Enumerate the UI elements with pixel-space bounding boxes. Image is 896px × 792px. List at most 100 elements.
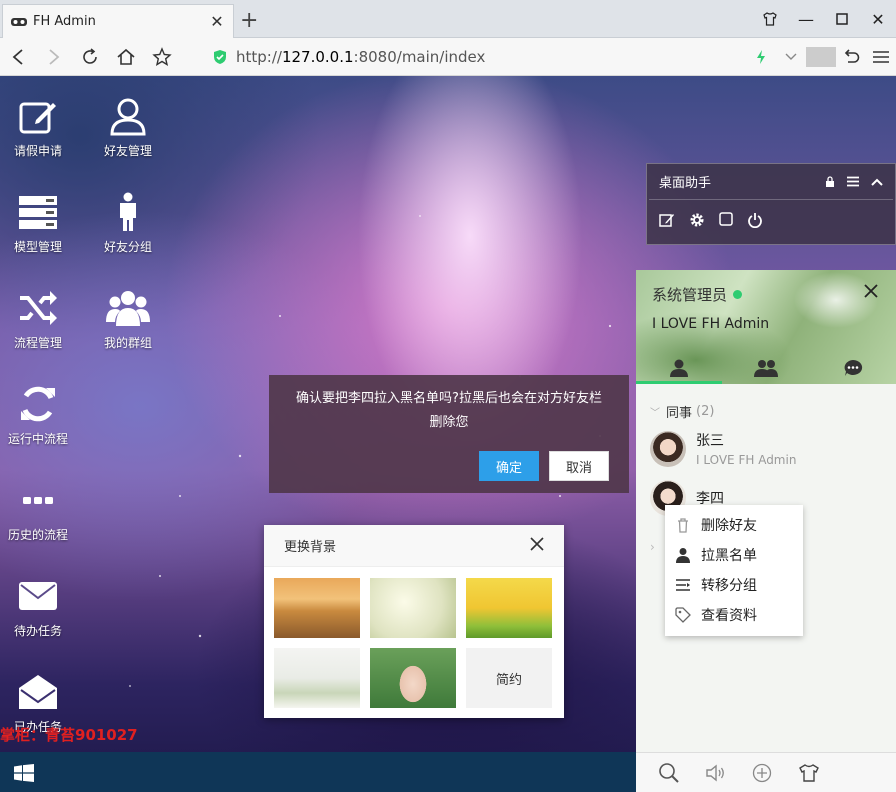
desktop-icon-friend-manage[interactable]: 好友管理 (83, 96, 173, 159)
transfer-list-icon (676, 579, 690, 591)
active-tab-indicator (636, 381, 722, 384)
settings-gear-icon[interactable] (689, 212, 705, 228)
tag-icon (675, 607, 691, 623)
friend-context-menu: 删除好友 拉黑名单 转移分组 查看资料 (665, 505, 803, 636)
url-text: http://127.0.0.1:8080/main/index (236, 48, 486, 66)
windows-start-icon[interactable] (14, 764, 34, 782)
bg-thumb-simple[interactable]: 简约 (466, 648, 552, 708)
im-close-icon[interactable] (864, 282, 878, 303)
window-controls: — ✕ (752, 0, 896, 38)
im-bottom-toolbar (636, 752, 896, 792)
desktop-icon-leave-request[interactable]: 请假申请 (0, 96, 83, 159)
home-icon[interactable] (108, 38, 144, 76)
window-square-icon[interactable] (719, 212, 733, 228)
address-bar[interactable]: http://127.0.0.1:8080/main/index (212, 46, 485, 68)
friend-item-zhangsan[interactable]: 张三 I LOVE FH Admin (650, 430, 796, 467)
tab-groups-icon[interactable] (723, 352, 810, 384)
desktop-icon-running-process[interactable]: 运行中流程 (0, 384, 83, 447)
confirm-buttons: 确定 取消 (469, 451, 609, 481)
im-tabs (636, 352, 896, 384)
menu-item-view-profile[interactable]: 查看资料 (665, 600, 803, 630)
close-window-icon[interactable]: ✕ (860, 0, 896, 38)
bg-dialog-close-icon[interactable] (530, 536, 544, 555)
lightning-icon[interactable] (746, 49, 776, 65)
refresh-icon (21, 386, 55, 422)
friend-group-collapsed[interactable]: › (650, 540, 655, 554)
menu-item-blacklist[interactable]: 拉黑名单 (665, 540, 803, 570)
reload-icon[interactable] (72, 38, 108, 76)
confirm-ok-button[interactable]: 确定 (479, 451, 539, 481)
search-icon[interactable] (658, 762, 680, 784)
server-icon (19, 196, 57, 229)
user-icon (110, 98, 146, 136)
im-username-row: 系统管理员 (652, 284, 743, 305)
maximize-icon[interactable] (824, 0, 860, 38)
edit-icon (19, 102, 56, 134)
im-header: 系统管理员 I LOVE FH Admin (636, 270, 896, 384)
bg-thumb-light-garden[interactable] (370, 578, 456, 638)
friend-avatar (650, 430, 686, 467)
im-username: 系统管理员 (652, 286, 728, 304)
change-background-dialog: 更换背景 简约 (264, 525, 564, 718)
person-icon (120, 192, 136, 231)
browser-tabbar: FH Admin ✕ + — ✕ (0, 0, 896, 38)
im-signature: I LOVE FH Admin (652, 316, 770, 332)
tab-friends-icon[interactable] (636, 352, 723, 384)
assistant-toolbar (647, 200, 895, 240)
blacklist-confirm-dialog: 确认要把李四拉入黑名单吗?拉黑后也会在对方好友栏删除您 确定 取消 (269, 375, 629, 493)
mask-icon (11, 17, 27, 26)
bg-dialog-title: 更换背景 (284, 540, 337, 555)
favorite-star-icon[interactable] (144, 38, 180, 76)
group-name: 同事 (666, 406, 693, 421)
undo-icon[interactable] (836, 49, 866, 65)
chevron-down-icon[interactable] (776, 53, 806, 61)
desktop-assistant-panel: 桌面助手 (646, 163, 896, 245)
browser-tab[interactable]: FH Admin ✕ (2, 4, 234, 38)
group-icon (106, 291, 150, 326)
new-tab-icon[interactable]: + (240, 10, 258, 32)
desktop-icon-my-groups[interactable]: 我的群组 (83, 288, 173, 351)
desktop-icon-process-manage[interactable]: 流程管理 (0, 288, 83, 351)
minimize-icon[interactable]: — (788, 0, 824, 38)
forward-icon[interactable] (36, 38, 72, 76)
bg-thumb-portrait[interactable] (370, 648, 456, 708)
dots-icon (23, 497, 53, 504)
group-expand-icon: ﹀ (650, 408, 660, 419)
power-icon[interactable] (747, 212, 763, 228)
desktop-icon-history-process[interactable]: 历史的流程 (0, 480, 83, 543)
mail-icon (19, 582, 57, 610)
chevron-up-icon[interactable] (871, 178, 883, 186)
add-circle-icon[interactable] (752, 763, 772, 783)
secure-shield-icon (214, 50, 226, 64)
edit-note-icon[interactable] (659, 212, 675, 228)
friend-name: 张三 (696, 433, 724, 449)
watermark-text: 掌柜：青苔901027 (0, 726, 138, 744)
menu-icon[interactable] (866, 50, 896, 64)
desktop-icon-friend-group[interactable]: 好友分组 (83, 192, 173, 255)
friend-group-colleagues[interactable]: ﹀ 同事 (2) (650, 402, 714, 421)
confirm-cancel-button[interactable]: 取消 (549, 451, 609, 481)
menu-item-move-group[interactable]: 转移分组 (665, 570, 803, 600)
skin-shirt-icon[interactable] (798, 763, 820, 782)
confirm-message: 确认要把李四拉入黑名单吗?拉黑后也会在对方好友栏删除您 (296, 391, 602, 430)
shuffle-icon (20, 291, 57, 325)
web-desktop: 请假申请 好友管理 模型管理 好友分组 流程管理 我的群组 运行中流程 历史的流… (0, 76, 896, 792)
bg-thumb-beach-sunset[interactable] (274, 578, 360, 638)
bg-thumb-yellow-field[interactable] (466, 578, 552, 638)
skin-icon[interactable] (752, 0, 788, 38)
tab-close-icon[interactable]: ✕ (209, 12, 225, 31)
tab-title: FH Admin (33, 14, 96, 29)
tab-history-chat-icon[interactable] (809, 352, 896, 384)
bg-thumb-white-sofa[interactable] (274, 648, 360, 708)
menu-item-delete-friend[interactable]: 删除好友 (665, 510, 803, 540)
lock-icon[interactable] (825, 175, 835, 188)
back-icon[interactable] (0, 38, 36, 76)
desktop-icon-todo-tasks[interactable]: 待办任务 (0, 576, 83, 639)
assistant-title: 桌面助手 (659, 176, 712, 191)
list-menu-icon[interactable] (847, 176, 859, 187)
open-mail-icon (19, 675, 57, 709)
group-count: (2) (696, 404, 715, 419)
desktop-icon-model-manage[interactable]: 模型管理 (0, 192, 83, 255)
person-solid-icon (676, 548, 690, 563)
sound-icon[interactable] (706, 764, 726, 782)
